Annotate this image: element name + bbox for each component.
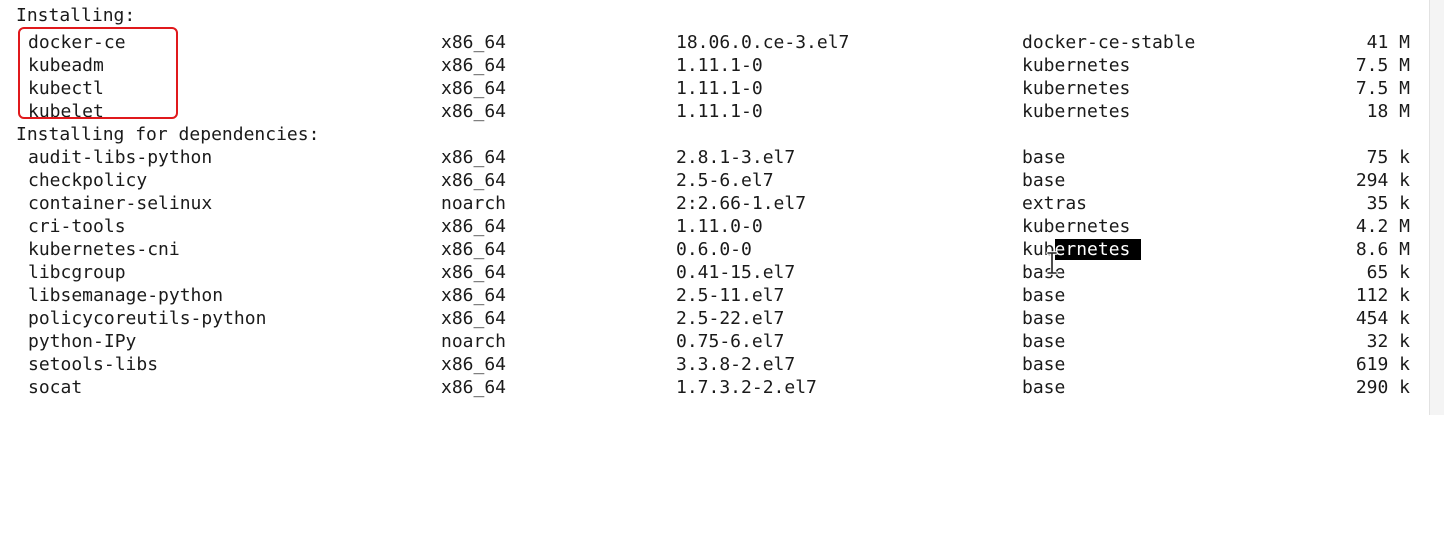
section-dependencies-header: Installing for dependencies:: [16, 124, 320, 145]
package-version: 1.11.0-0: [676, 216, 763, 237]
package-size: 41 M: [1366, 32, 1410, 53]
package-arch: x86_64: [441, 377, 507, 398]
package-repo: base: [1022, 147, 1066, 168]
table-row: kubelet x86_64 1.11.1-0 kubernetes 18 M: [0, 100, 1430, 123]
table-row: policycoreutils-python x86_64 2.5-22.el7…: [0, 307, 1430, 330]
package-repo: base: [1022, 170, 1066, 191]
package-repo: base: [1022, 377, 1066, 398]
package-size: 4.2 M: [1355, 216, 1410, 237]
table-row: kubectl x86_64 1.11.1-0 kubernetes 7.5 M: [0, 77, 1430, 100]
package-version: 0.75-6.el7: [676, 331, 785, 352]
package-name: kubectl: [28, 78, 104, 99]
package-arch: x86_64: [441, 170, 507, 191]
package-name: libsemanage-python: [28, 285, 224, 306]
package-size: 18 M: [1366, 101, 1410, 122]
table-row: checkpolicy x86_64 2.5-6.el7 base 294 k: [0, 169, 1430, 192]
vertical-scrollbar[interactable]: [1429, 0, 1444, 415]
package-arch: x86_64: [441, 262, 507, 283]
table-row: container-selinux noarch 2:2.66-1.el7 ex…: [0, 192, 1430, 215]
package-repo: base: [1022, 308, 1066, 329]
package-version: 18.06.0.ce-3.el7: [676, 32, 850, 53]
package-arch: x86_64: [441, 32, 507, 53]
package-size: 32 k: [1366, 331, 1410, 352]
package-arch: x86_64: [441, 239, 507, 260]
package-arch: x86_64: [441, 285, 507, 306]
package-name: docker-ce: [28, 32, 126, 53]
package-version: 2:2.66-1.el7: [676, 193, 807, 214]
package-version: 2.5-11.el7: [676, 285, 785, 306]
package-version: 0.41-15.el7: [676, 262, 796, 283]
repo-unselected-text: kub: [1022, 239, 1055, 260]
package-size: 75 k: [1366, 147, 1410, 168]
table-row: setools-libs x86_64 3.3.8-2.el7 base 619…: [0, 353, 1430, 376]
package-arch: x86_64: [441, 308, 507, 329]
package-version: 1.7.3.2-2.el7: [676, 377, 817, 398]
package-name: socat: [28, 377, 83, 398]
package-arch: x86_64: [441, 55, 507, 76]
package-size: 294 k: [1355, 170, 1410, 191]
package-name: setools-libs: [28, 354, 159, 375]
package-arch: x86_64: [441, 354, 507, 375]
package-name: kubernetes-cni: [28, 239, 180, 260]
table-row: docker-ce x86_64 18.06.0.ce-3.el7 docker…: [0, 31, 1430, 54]
package-version: 3.3.8-2.el7: [676, 354, 796, 375]
package-repo: kubernetes: [1022, 216, 1131, 237]
package-size: 7.5 M: [1355, 78, 1410, 99]
package-repo: kubernetes: [1022, 55, 1131, 76]
package-repo: base: [1022, 285, 1066, 306]
package-size: 8.6 M: [1355, 239, 1410, 260]
package-name: audit-libs-python: [28, 147, 213, 168]
package-version: 0.6.0-0: [676, 239, 752, 260]
package-size: 619 k: [1355, 354, 1410, 375]
package-repo: kubernetes: [1022, 238, 1142, 261]
table-row: audit-libs-python x86_64 2.8.1-3.el7 bas…: [0, 146, 1430, 169]
table-row: kubeadm x86_64 1.11.1-0 kubernetes 7.5 M: [0, 54, 1430, 77]
table-row: socat x86_64 1.7.3.2-2.el7 base 290 k: [0, 376, 1430, 399]
package-arch: x86_64: [441, 216, 507, 237]
package-arch: x86_64: [441, 147, 507, 168]
package-name: cri-tools: [28, 216, 126, 237]
package-version: 1.11.1-0: [676, 78, 763, 99]
text-selection[interactable]: ernetes: [1054, 239, 1142, 260]
table-row: libcgroup x86_64 0.41-15.el7 base 65 k: [0, 261, 1430, 284]
package-repo: base: [1022, 262, 1066, 283]
package-size: 65 k: [1366, 262, 1410, 283]
package-name: policycoreutils-python: [28, 308, 267, 329]
package-version: 1.11.1-0: [676, 55, 763, 76]
table-row: libsemanage-python x86_64 2.5-11.el7 bas…: [0, 284, 1430, 307]
package-version: 1.11.1-0: [676, 101, 763, 122]
package-arch: noarch: [441, 331, 507, 352]
package-size: 454 k: [1355, 308, 1410, 329]
package-size: 7.5 M: [1355, 55, 1410, 76]
package-name: container-selinux: [28, 193, 213, 214]
package-size: 112 k: [1355, 285, 1410, 306]
table-row: python-IPy noarch 0.75-6.el7 base 32 k: [0, 330, 1430, 353]
terminal-output[interactable]: Installing: docker-ce x86_64 18.06.0.ce-…: [0, 0, 1430, 415]
package-arch: noarch: [441, 193, 507, 214]
package-repo: docker-ce-stable: [1022, 32, 1196, 53]
package-size: 35 k: [1366, 193, 1410, 214]
package-version: 2.5-22.el7: [676, 308, 785, 329]
package-arch: x86_64: [441, 78, 507, 99]
table-row: kubernetes-cni x86_64 0.6.0-0 kubernetes…: [0, 238, 1430, 261]
package-version: 2.5-6.el7: [676, 170, 774, 191]
package-version: 2.8.1-3.el7: [676, 147, 796, 168]
package-name: kubelet: [28, 101, 104, 122]
package-name: libcgroup: [28, 262, 126, 283]
package-name: python-IPy: [28, 331, 137, 352]
package-size: 290 k: [1355, 377, 1410, 398]
table-row: cri-tools x86_64 1.11.0-0 kubernetes 4.2…: [0, 215, 1430, 238]
package-repo: extras: [1022, 193, 1088, 214]
package-repo: kubernetes: [1022, 101, 1131, 122]
package-repo: kubernetes: [1022, 78, 1131, 99]
package-arch: x86_64: [441, 101, 507, 122]
package-name: kubeadm: [28, 55, 104, 76]
package-repo: base: [1022, 354, 1066, 375]
section-installing-header: Installing:: [16, 5, 136, 26]
package-name: checkpolicy: [28, 170, 148, 191]
package-repo: base: [1022, 331, 1066, 352]
